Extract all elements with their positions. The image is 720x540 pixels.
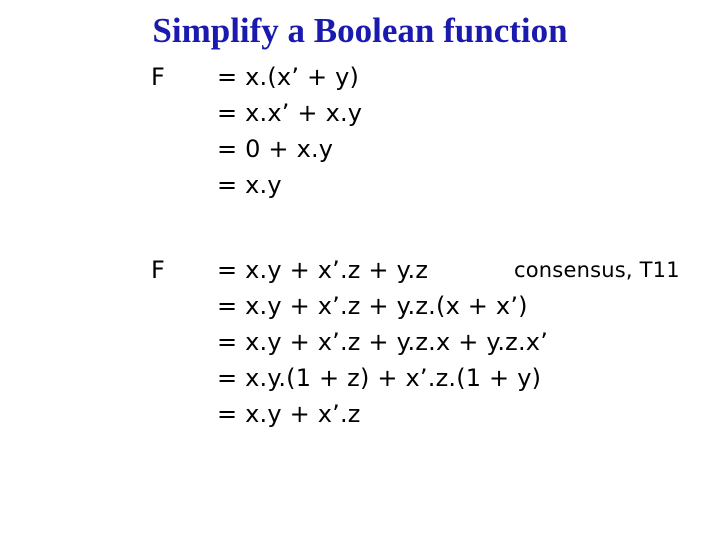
equation-line: = x.(x’ + y)	[217, 63, 360, 91]
equation-line: = x.x’ + x.y	[217, 99, 363, 127]
derivation-row: = 0 + x.y	[0, 131, 720, 167]
equation-line: = x.y.(1 + z) + x’.z.(1 + y)	[217, 364, 542, 392]
equation-line: = x.y	[217, 171, 282, 199]
derivation-row: = x.y.(1 + z) + x’.z.(1 + y)	[0, 360, 720, 396]
derivation-block-2: F = x.y + x’.z + y.z consensus, T11 = x.…	[0, 252, 720, 432]
derivation-row: = x.x’ + x.y	[0, 95, 720, 131]
derivation-block-1: F = x.(x’ + y) = x.x’ + x.y = 0 + x.y = …	[0, 59, 720, 203]
equation-line: = x.y + x’.z + y.z	[217, 256, 429, 284]
derivation-row: = x.y + x’.z	[0, 396, 720, 432]
derivation-row: F = x.(x’ + y)	[0, 59, 720, 95]
equation-annotation: consensus, T11	[514, 258, 680, 282]
equation-line: = x.y + x’.z	[217, 400, 361, 428]
page-title: Simplify a Boolean function	[152, 11, 568, 50]
derivation-row: = x.y + x’.z + y.z.(x + x’)	[0, 288, 720, 324]
derivation-row: = x.y	[0, 167, 720, 203]
function-label-f: F	[151, 256, 165, 284]
equation-line: = 0 + x.y	[217, 135, 334, 163]
equation-line: = x.y + x’.z + y.z.(x + x’)	[217, 292, 528, 320]
derivation-row: = x.y + x’.z + y.z.x + y.z.x’	[0, 324, 720, 360]
function-label-f: F	[151, 63, 165, 91]
derivation-row: F = x.y + x’.z + y.z consensus, T11	[0, 252, 720, 288]
equation-line: = x.y + x’.z + y.z.x + y.z.x’	[217, 328, 549, 356]
slide-canvas: Simplify a Boolean function F = x.(x’ + …	[0, 0, 720, 540]
